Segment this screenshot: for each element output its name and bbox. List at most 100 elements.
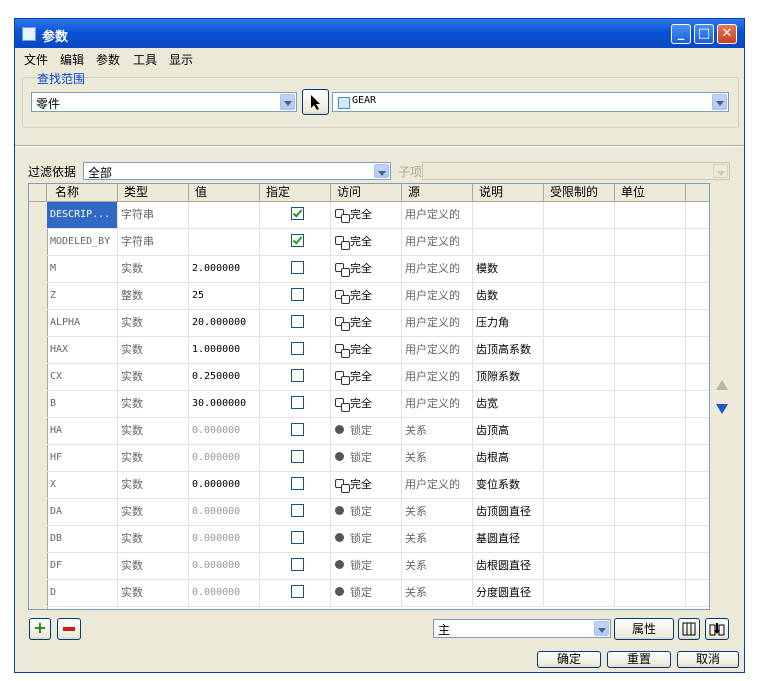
cell-designated[interactable] [260,310,331,336]
cell-value[interactable]: 0.000000 [189,472,260,498]
table-row[interactable]: HA 实数 0.000000 锁定 关系 齿顶高 [47,418,709,445]
cell-value[interactable]: 0.000000 [189,445,260,471]
cell-source[interactable]: 关系 [402,418,473,444]
header-name[interactable]: 名称 [47,184,118,201]
cell-access[interactable]: 完全 [331,256,402,282]
cell-desc[interactable]: 齿顶高 [473,418,544,444]
cell-type[interactable]: 实数 [118,553,189,579]
cell-source[interactable]: 用户定义的 [402,283,473,309]
cell-access[interactable]: 完全 [331,391,402,417]
table-row[interactable]: HAX 实数 1.000000 完全 用户定义的 齿顶高系数 [47,337,709,364]
add-parameter-button[interactable]: + [29,618,51,640]
header-designated[interactable]: 指定 [260,184,331,201]
filter-select[interactable]: 全部 [83,162,391,180]
title-bar[interactable]: 参数 _ □ ✕ [15,19,744,48]
table-columns-button[interactable] [678,618,700,640]
cell-designated[interactable] [260,580,331,606]
menu-tools[interactable]: 工具 [133,51,157,68]
cell-type[interactable]: 实数 [118,364,189,390]
header-access[interactable]: 访问 [331,184,402,201]
menu-display[interactable]: 显示 [169,51,193,68]
move-up-icon[interactable] [715,379,729,391]
cell-units[interactable] [615,553,686,579]
cell-access[interactable]: 完全 [331,337,402,363]
cell-value[interactable]: 0.250000 [189,364,260,390]
cell-designated[interactable] [260,418,331,444]
cell-units[interactable] [615,202,686,228]
menu-edit[interactable]: 编辑 [60,51,84,68]
cell-source[interactable]: 用户定义的 [402,364,473,390]
cell-source[interactable]: 关系 [402,499,473,525]
delete-parameter-button[interactable] [57,618,81,640]
cell-name[interactable]: HA [47,418,118,444]
cell-value[interactable]: 25 [189,283,260,309]
cell-access[interactable]: 完全 [331,364,402,390]
main-select[interactable]: 主 [433,619,611,638]
cell-restricted[interactable] [544,580,615,606]
cell-units[interactable] [615,256,686,282]
close-button[interactable]: ✕ [717,24,737,44]
cell-designated[interactable] [260,256,331,282]
cell-access[interactable]: 完全 [331,310,402,336]
cell-type[interactable]: 字符串 [118,229,189,255]
header-description[interactable]: 说明 [473,184,544,201]
cell-restricted[interactable] [544,229,615,255]
cell-access[interactable]: 完全 [331,472,402,498]
cell-units[interactable] [615,364,686,390]
cell-restricted[interactable] [544,445,615,471]
header-value[interactable]: 值 [189,184,260,201]
cell-source[interactable]: 关系 [402,526,473,552]
table-row[interactable]: ALPHA 实数 20.000000 完全 用户定义的 压力角 [47,310,709,337]
designated-checkbox[interactable] [291,531,304,544]
cell-access[interactable]: 完全 [331,202,402,228]
cell-units[interactable] [615,391,686,417]
cell-desc[interactable]: 变位系数 [473,472,544,498]
cell-desc[interactable]: 齿顶高系数 [473,337,544,363]
maximize-button[interactable]: □ [694,24,714,44]
cell-source[interactable]: 用户定义的 [402,256,473,282]
cell-name[interactable]: DB [47,526,118,552]
cell-desc[interactable]: 齿根高 [473,445,544,471]
designated-checkbox[interactable] [291,477,304,490]
cell-restricted[interactable] [544,472,615,498]
cell-designated[interactable] [260,526,331,552]
select-object-button[interactable] [302,89,329,115]
table-row[interactable]: Z 整数 25 完全 用户定义的 齿数 [47,283,709,310]
cell-desc[interactable] [473,202,544,228]
cell-units[interactable] [615,580,686,606]
cell-designated[interactable] [260,283,331,309]
cell-name[interactable]: HF [47,445,118,471]
properties-button[interactable]: 属性 [614,618,674,640]
object-select[interactable]: GEAR [332,92,729,112]
cell-desc[interactable]: 基圆直径 [473,526,544,552]
table-sort-button[interactable] [705,618,729,640]
cell-name[interactable]: DA [47,499,118,525]
cell-designated[interactable] [260,499,331,525]
cell-access[interactable]: 完全 [331,229,402,255]
cell-name[interactable]: D [47,580,118,606]
cell-name[interactable]: X [47,472,118,498]
cell-units[interactable] [615,283,686,309]
cell-name[interactable]: DESCRIP... [47,202,118,228]
cell-restricted[interactable] [544,499,615,525]
cell-units[interactable] [615,229,686,255]
designated-checkbox[interactable] [291,585,304,598]
cell-designated[interactable] [260,472,331,498]
cell-type[interactable]: 实数 [118,418,189,444]
cell-restricted[interactable] [544,256,615,282]
cell-value[interactable]: 1.000000 [189,337,260,363]
table-row[interactable]: CX 实数 0.250000 完全 用户定义的 顶隙系数 [47,364,709,391]
cell-type[interactable]: 实数 [118,256,189,282]
table-row[interactable]: X 实数 0.000000 完全 用户定义的 变位系数 [47,472,709,499]
cell-source[interactable]: 用户定义的 [402,310,473,336]
cell-type[interactable]: 实数 [118,499,189,525]
cell-name[interactable]: DF [47,553,118,579]
table-row[interactable]: D 实数 0.000000 锁定 关系 分度圆直径 [47,580,709,607]
cell-type[interactable]: 实数 [118,580,189,606]
cell-desc[interactable] [473,229,544,255]
chevron-down-icon[interactable] [374,164,389,178]
cell-restricted[interactable] [544,526,615,552]
table-row[interactable]: DESCRIP... 字符串 完全 用户定义的 [47,202,709,229]
cell-restricted[interactable] [544,202,615,228]
table-row[interactable]: DB 实数 0.000000 锁定 关系 基圆直径 [47,526,709,553]
